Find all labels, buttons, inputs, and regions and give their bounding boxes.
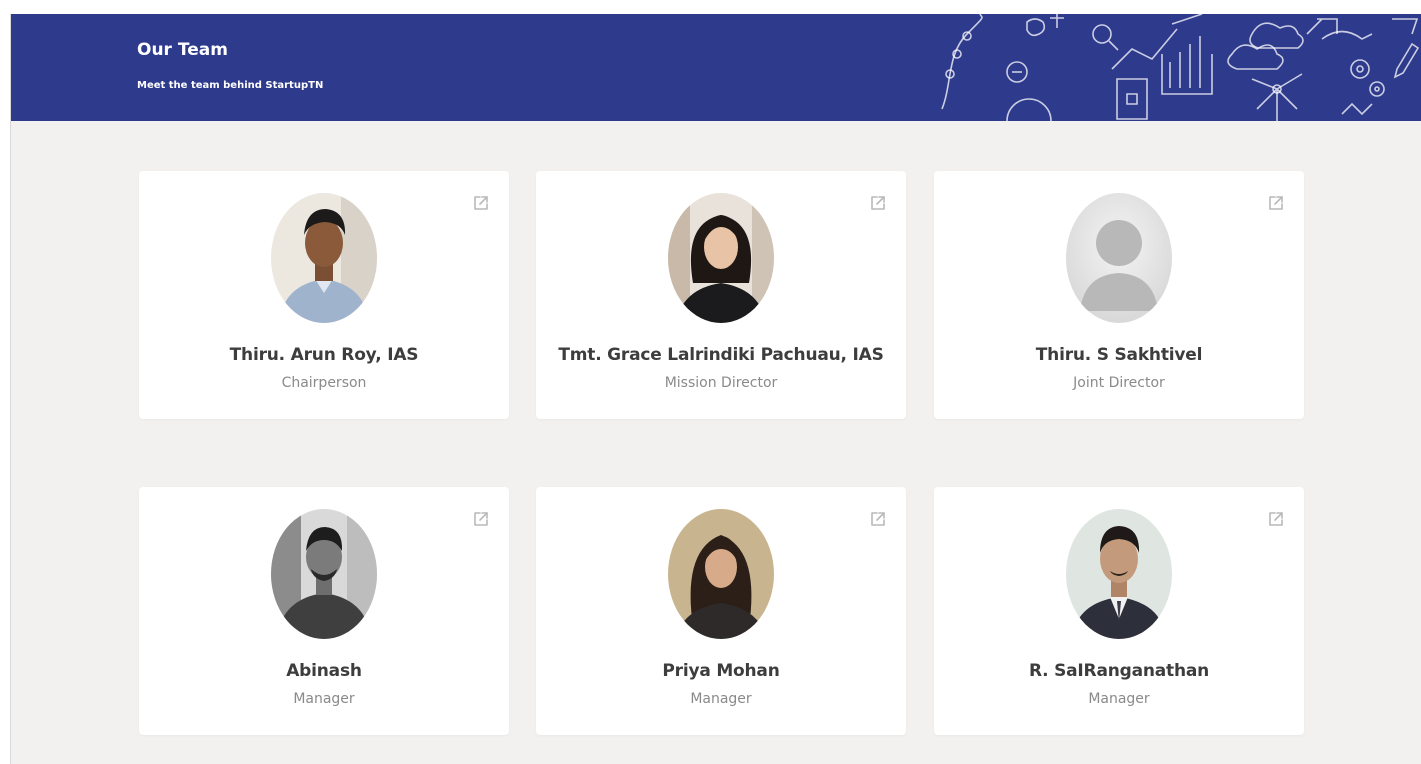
member-name: Abinash xyxy=(286,661,362,681)
member-name: Priya Mohan xyxy=(662,661,780,681)
team-card-abinash[interactable]: Abinash Manager xyxy=(139,487,509,735)
default-avatar-placeholder xyxy=(1066,193,1172,323)
member-role: Manager xyxy=(1088,691,1150,707)
page-title: Our Team xyxy=(137,40,228,60)
external-link-icon[interactable] xyxy=(868,193,888,213)
page-frame: Our Team Meet the team behind StartupTN xyxy=(10,14,1421,764)
team-card-s-sakhtivel[interactable]: Thiru. S Sakhtivel Joint Director xyxy=(934,171,1304,419)
profile-photo xyxy=(1066,509,1172,639)
member-name: R. SaIRanganathan xyxy=(1028,661,1210,681)
team-header-banner: Our Team Meet the team behind StartupTN xyxy=(11,14,1421,121)
team-card-arun-roy[interactable]: Thiru. Arun Roy, IAS Chairperson xyxy=(139,171,509,419)
profile-photo xyxy=(271,193,377,323)
external-link-icon[interactable] xyxy=(1266,509,1286,529)
external-link-icon[interactable] xyxy=(868,509,888,529)
external-link-icon[interactable] xyxy=(471,509,491,529)
member-role: Chairperson xyxy=(281,375,367,391)
startup-doodle-illustration xyxy=(941,14,1420,121)
member-role: Joint Director xyxy=(1073,375,1165,391)
external-link-icon[interactable] xyxy=(471,193,491,213)
member-role: Mission Director xyxy=(664,375,778,391)
profile-photo xyxy=(668,193,774,323)
profile-photo xyxy=(668,509,774,639)
team-card-priya-mohan[interactable]: Priya Mohan Manager xyxy=(536,487,906,735)
page-subtitle: Meet the team behind StartupTN xyxy=(137,80,324,91)
member-name: Tmt. Grace Lalrindiki Pachuau, IAS xyxy=(558,345,884,365)
team-card-grace-pachuau[interactable]: Tmt. Grace Lalrindiki Pachuau, IAS Missi… xyxy=(536,171,906,419)
member-name: Thiru. S Sakhtivel xyxy=(1035,345,1203,365)
profile-photo xyxy=(271,509,377,639)
team-card-sairanganathan[interactable]: R. SaIRanganathan Manager xyxy=(934,487,1304,735)
member-name: Thiru. Arun Roy, IAS xyxy=(229,345,419,365)
member-role: Manager xyxy=(690,691,752,707)
external-link-icon[interactable] xyxy=(1266,193,1286,213)
member-role: Manager xyxy=(293,691,355,707)
